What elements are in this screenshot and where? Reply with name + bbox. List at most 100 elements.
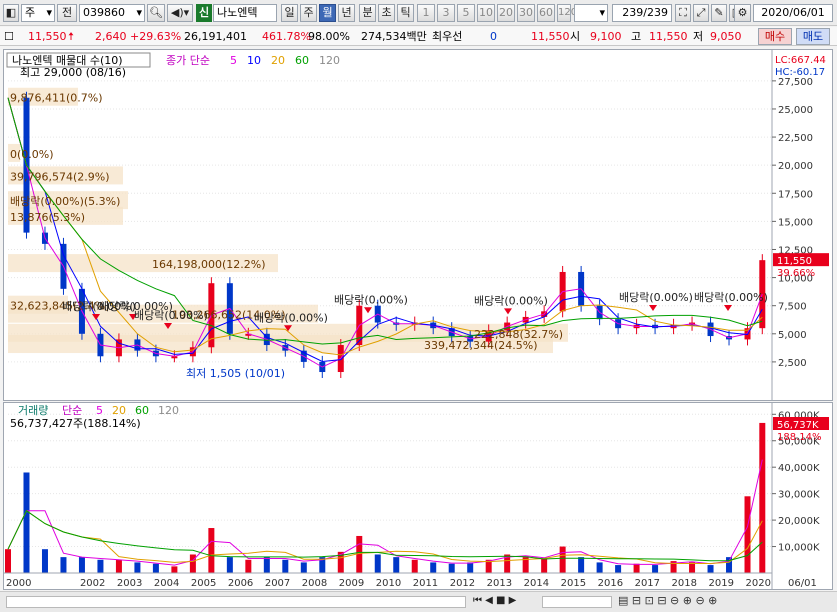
- dividend-marker-icon: [649, 305, 657, 312]
- interval-120[interactable]: 120: [557, 4, 577, 22]
- x-tick-label: 2007: [265, 578, 290, 589]
- checkbox-icon[interactable]: ☐: [4, 29, 24, 44]
- chart-menu-icon[interactable]: ◧: [3, 4, 19, 22]
- volume-bar: [23, 472, 30, 573]
- x-tick-label: 2003: [117, 578, 142, 589]
- volume-profile-label: 배당락(0.00%)(5.3%): [10, 195, 120, 208]
- bottom-scrollbar[interactable]: ⏮ ◀ ■ ▶ ▤ ⊟ ⊡ ⊟ ⊖ ⊕ ⊖ ⊕: [0, 591, 837, 612]
- price-chart-panel[interactable]: 27,500 25,000 22,500 20,000 17,500 15,000 12,5…: [3, 49, 833, 401]
- interval-30[interactable]: 30: [517, 4, 535, 22]
- price-chart[interactable]: 27,50025,00022,50020,00017,50015,00012,5…: [4, 50, 832, 400]
- bar-count-field[interactable]: 239/239: [612, 4, 672, 22]
- interval-3[interactable]: 3: [437, 4, 455, 22]
- x-tick-label: 2017: [635, 578, 660, 589]
- tab-second[interactable]: 초: [378, 4, 395, 22]
- stock-code-input[interactable]: 039860 ▾: [79, 4, 145, 22]
- volume-bar: [263, 557, 270, 573]
- volume-bar: [134, 562, 141, 573]
- price-tick-label: 15,000: [778, 217, 813, 228]
- dividend-marker-icon: [724, 305, 732, 312]
- volume-ratio: 461.78%: [262, 30, 311, 43]
- volume-bar: [5, 549, 11, 573]
- sell-button[interactable]: 매도: [796, 28, 830, 45]
- volume-bar: [245, 559, 252, 573]
- volume-bar: [152, 563, 159, 573]
- current-price: 11,550: [28, 30, 67, 43]
- high-value: 11,550: [649, 30, 688, 43]
- volume-tick-label: 40,000K: [778, 463, 820, 474]
- volume-bar: [430, 562, 437, 573]
- price-tick-label: 7,500: [778, 302, 807, 313]
- interval-5[interactable]: 5: [457, 4, 475, 22]
- volume-chart[interactable]: 60,000K50,000K40,000K30,000K20,000K10,00…: [4, 403, 832, 589]
- dividend-label: 배당락(0.00%): [334, 293, 408, 306]
- tab-month[interactable]: 월: [319, 4, 336, 22]
- low-label: 저: [693, 30, 704, 43]
- bottom-tools[interactable]: ▤ ⊟ ⊡ ⊟ ⊖ ⊕ ⊖ ⊕: [618, 594, 717, 607]
- dividend-marker-icon: [504, 308, 512, 315]
- previous-button[interactable]: 전: [57, 4, 77, 22]
- volume-value-label: 56,737,427주(188.14%): [10, 417, 141, 430]
- chevron-down-icon: ▾: [599, 6, 605, 19]
- volume-ma-line: [7, 510, 763, 562]
- tab-week[interactable]: 주: [300, 4, 317, 22]
- volume-bar: [541, 558, 548, 573]
- volume-profile-label: 164,198,000(12.2%): [152, 258, 266, 271]
- chevron-down-icon: ▾: [46, 6, 52, 19]
- open-value: 9,100: [590, 30, 622, 43]
- x-tick-label: 06/01: [788, 578, 817, 589]
- lc-label: LC:667.44: [775, 55, 826, 66]
- crosshair-icon[interactable]: ⤢: [693, 4, 709, 22]
- volume-profile-label: 13,876(5.3%): [10, 211, 85, 224]
- tab-day[interactable]: 일: [281, 4, 298, 22]
- volume-bar: [78, 557, 85, 573]
- dividend-label: 배당락(0.00%): [619, 291, 693, 304]
- tools-icon[interactable]: ✎: [711, 4, 727, 22]
- interval-60[interactable]: 60: [537, 4, 555, 22]
- dividend-label: 배당락(0.00%): [694, 291, 768, 304]
- volume-bar: [578, 557, 585, 573]
- tab-minute[interactable]: 분: [359, 4, 376, 22]
- buy-button[interactable]: 매수: [758, 28, 792, 45]
- x-tick-label: 2008: [302, 578, 327, 589]
- dividend-label: 배당락(0.00%): [134, 309, 208, 322]
- tab-year[interactable]: 년: [338, 4, 355, 22]
- volume-bar: [115, 559, 122, 573]
- volume-bar: [652, 565, 659, 573]
- volume: 26,191,401: [184, 30, 247, 43]
- gear-icon[interactable]: ⚙: [734, 4, 751, 22]
- volume-bar: [393, 557, 400, 573]
- x-tick-label: 2012: [450, 578, 475, 589]
- ma-period-label: 5: [230, 54, 237, 67]
- volume-bar: [467, 562, 474, 573]
- period-select[interactable]: 주 ▾: [21, 4, 55, 22]
- strength: 98.00%: [308, 30, 350, 43]
- search-icon[interactable]: 🔍︎: [147, 4, 165, 22]
- interval-10[interactable]: 10: [477, 4, 495, 22]
- price-change: 2,640 +29.63%: [95, 30, 182, 43]
- volume-bar: [171, 566, 178, 573]
- speaker-icon[interactable]: ◀)▾: [167, 4, 193, 22]
- playback-controls[interactable]: ⏮ ◀ ■ ▶: [473, 595, 516, 606]
- x-tick-label: 2015: [561, 578, 586, 589]
- volume-bar: [208, 528, 215, 573]
- fullscreen-icon[interactable]: ⛶: [675, 4, 691, 22]
- scroll-track[interactable]: [6, 596, 466, 608]
- stock-name-field[interactable]: 나노엔텍: [213, 4, 277, 22]
- last-pct-tag: 39.66%: [777, 268, 815, 279]
- volume-legend-title: 거래량: [18, 404, 48, 417]
- interval-20[interactable]: 20: [497, 4, 515, 22]
- open-label: 시: [570, 30, 581, 43]
- volume-chart-panel[interactable]: 60,000K 50,000K 40,000K 30,000K 20,000K 10,00…: [3, 402, 833, 590]
- zoom-slider[interactable]: [542, 596, 612, 608]
- price-tick-label: 27,500: [778, 77, 813, 88]
- low-marker-label: 최저 1,505 (10/01): [186, 367, 285, 380]
- volume-ma-period: 120: [158, 404, 179, 417]
- volume-bar: [689, 562, 696, 573]
- interval-input[interactable]: ▾: [574, 4, 608, 22]
- date-field[interactable]: 2020/06/01: [753, 4, 833, 22]
- tab-tick[interactable]: 틱: [397, 4, 414, 22]
- volume-profile-label: 39,796,574(2.9%): [10, 170, 110, 183]
- interval-1[interactable]: 1: [417, 4, 435, 22]
- dividend-label: 배당락(0.00%): [254, 311, 328, 324]
